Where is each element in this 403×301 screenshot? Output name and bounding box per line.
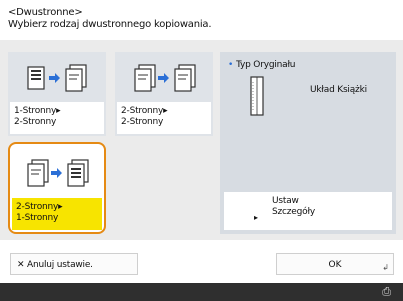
status-bar: ⎙ — [0, 283, 403, 301]
option-label: 1-Stronny▸ 2-Stronny — [10, 102, 104, 134]
set-details-button[interactable]: ▸ Ustaw Szczegóły — [224, 192, 392, 230]
page-subtitle: Wybierz rodzaj dwustronnego kopiowania. — [8, 19, 212, 30]
set-details-label: Ustaw Szczegóły — [272, 196, 315, 217]
two-to-one-sided-icon — [10, 154, 104, 192]
option-2-to-2-sided[interactable]: 2-Stronny▸ 2-Stronny — [115, 52, 213, 136]
page-header: <Dwustronne> Wybierz rodzaj dwustronnego… — [8, 7, 212, 31]
book-layout-icon — [250, 76, 264, 120]
page-title: <Dwustronne> — [8, 7, 83, 18]
arrow-right-icon: ▸ — [254, 213, 259, 222]
corner-arrow-icon: ↲ — [382, 263, 389, 272]
original-type-value: Układ Książki — [310, 85, 367, 95]
cancel-settings-button[interactable]: ✕ Anuluj ustawie. — [10, 253, 138, 275]
status-icon: ⎙ — [382, 285, 391, 298]
option-label: 2-Stronny▸ 1-Stronny — [12, 198, 102, 230]
footer-bar: ✕ Anuluj ustawie. OK ↲ — [0, 240, 403, 275]
original-type-label: • Typ Oryginału — [228, 60, 296, 70]
option-1-to-2-sided[interactable]: 1-Stronny▸ 2-Stronny — [8, 52, 106, 136]
option-2-to-1-sided[interactable]: 2-Stronny▸ 1-Stronny — [8, 142, 106, 234]
ok-button[interactable]: OK ↲ — [276, 253, 394, 275]
original-type-panel: • Typ Oryginału Układ Książki ▸ Ustaw Szc… — [220, 52, 396, 234]
option-label: 2-Stronny▸ 2-Stronny — [117, 102, 211, 134]
close-icon: ✕ — [17, 260, 25, 270]
one-to-two-sided-icon — [8, 59, 106, 97]
bullet-icon: • — [228, 60, 234, 70]
two-to-two-sided-icon — [115, 59, 213, 97]
